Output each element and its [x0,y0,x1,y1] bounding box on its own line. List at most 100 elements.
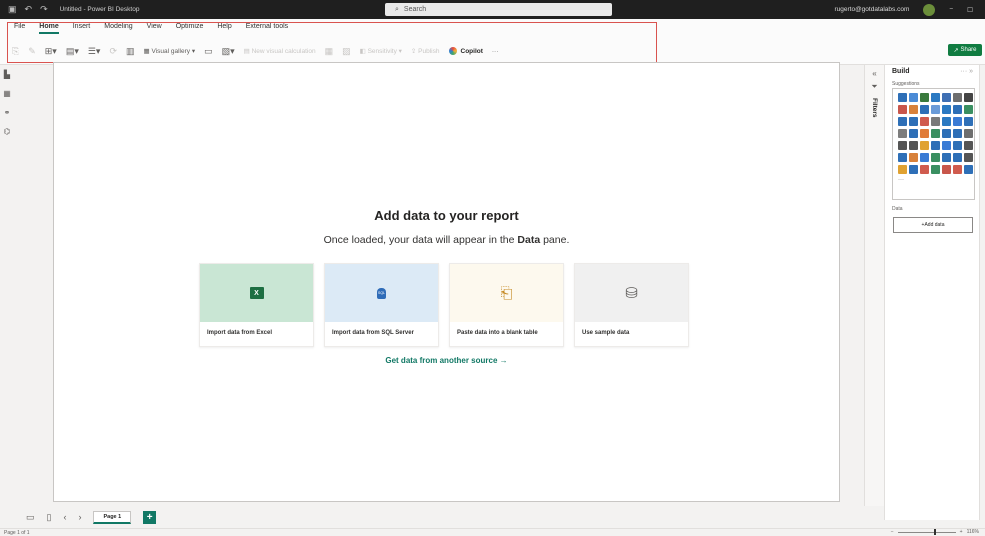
redo-icon[interactable]: ↷ [40,4,48,15]
visual-type-icon[interactable] [964,141,973,150]
excel-workbook-icon[interactable]: ▤▾ [66,46,79,57]
visual-type-icon[interactable] [964,117,973,126]
refresh-icon[interactable]: ⟳ [109,46,117,57]
visual-type-icon[interactable] [898,153,907,162]
visual-type-icon[interactable] [931,141,940,150]
visual-gallery-button[interactable]: ▦ Visual gallery ▾ [144,47,196,55]
dax-query-view-icon[interactable]: ⌬ [4,127,11,136]
visual-type-icon[interactable] [898,93,907,102]
tab-file[interactable]: File [14,23,25,34]
collapse-icon[interactable]: « [872,69,876,78]
filters-pane-collapsed[interactable]: « ⏷ Filters [864,65,884,506]
visual-type-icon[interactable] [909,129,918,138]
more-visuals-icon[interactable]: ··· [898,177,919,188]
visual-type-icon[interactable] [909,117,918,126]
visual-type-icon[interactable] [920,129,929,138]
import-sql-card[interactable]: SQL Import data from SQL Server [324,263,439,347]
visual-type-icon[interactable] [942,141,951,150]
visual-type-icon[interactable] [953,105,962,114]
undo-icon[interactable]: ↶ [25,4,33,15]
get-data-icon[interactable]: ⊞▾ [45,46,57,57]
mobile-layout-icon[interactable]: ▯ [47,512,52,523]
import-excel-card[interactable]: X Import data from Excel [199,263,314,347]
next-page-button[interactable]: › [78,512,81,522]
visual-type-icon[interactable] [953,165,962,174]
prev-page-button[interactable]: ‹ [63,512,66,522]
format-painter-icon[interactable]: ✎ [28,46,36,57]
zoom-slider-thumb[interactable] [933,528,936,535]
visual-type-icon[interactable] [964,153,973,162]
visual-type-icon[interactable] [964,93,973,102]
visual-type-icon[interactable] [942,93,951,102]
visual-type-icon[interactable] [909,153,918,162]
avatar[interactable] [923,3,936,16]
zoom-in-button[interactable]: + [960,529,963,535]
visual-type-icon[interactable] [964,165,973,174]
tab-external-tools[interactable]: External tools [246,23,288,34]
page-tab-1[interactable]: Page 1 [93,510,132,524]
visual-type-icon[interactable] [953,129,962,138]
copilot-button[interactable]: Copilot [448,47,483,55]
tab-help[interactable]: Help [217,23,231,34]
visual-type-icon[interactable] [920,165,929,174]
new-visual-calculation-button[interactable]: ▤ New visual calculation [244,47,316,55]
visual-type-icon[interactable] [909,105,918,114]
sample-data-card[interactable]: ⛁ Use sample data [574,263,689,347]
publish-button[interactable]: ⇪ Publish [411,47,440,55]
visual-type-icon[interactable] [953,93,962,102]
new-visual-icon[interactable]: ▥ [126,46,135,57]
visual-type-icon[interactable] [942,129,951,138]
paste-icon[interactable]: ⎘ [12,46,19,57]
visual-type-icon[interactable] [920,141,929,150]
quick-measure-icon[interactable]: ▨ [342,46,351,57]
visual-type-icon[interactable] [964,105,973,114]
build-options[interactable]: ··· » [960,68,973,75]
tab-view[interactable]: View [147,23,162,34]
visual-type-icon[interactable] [898,117,907,126]
transform-data-icon[interactable]: ☰▾ [88,46,101,57]
visual-type-icon[interactable] [964,129,973,138]
table-view-icon[interactable]: ▦ [3,89,11,98]
report-canvas[interactable]: Add data to your report Once loaded, you… [53,62,840,502]
tab-optimize[interactable]: Optimize [176,23,204,34]
sensitivity-button[interactable]: ◧ Sensitivity ▾ [360,47,402,55]
tab-home[interactable]: Home [39,23,59,34]
visual-type-icon[interactable] [953,153,962,162]
add-data-button[interactable]: +Add data [893,217,973,233]
tab-modeling[interactable]: Modeling [104,23,132,34]
visual-type-icon[interactable] [953,141,962,150]
visual-type-icon[interactable] [931,117,940,126]
visual-type-icon[interactable] [898,165,907,174]
visual-type-icon[interactable] [942,105,951,114]
add-page-button[interactable]: + [143,510,157,524]
share-button[interactable]: ↗ Share [948,44,982,56]
visual-type-icon[interactable] [931,129,940,138]
minimize-button[interactable]: − [949,6,953,13]
visual-type-icon[interactable] [942,153,951,162]
visual-type-icon[interactable] [920,105,929,114]
user-email[interactable]: rugerto@gotdatalabs.com [834,6,909,13]
visual-type-icon[interactable] [942,165,951,174]
more-visuals-icon[interactable]: ▧▾ [222,46,235,57]
maximize-button[interactable]: ☐ [967,6,973,14]
visual-type-icon[interactable] [909,165,918,174]
visual-type-icon[interactable] [909,93,918,102]
visual-type-icon[interactable] [920,117,929,126]
model-view-icon[interactable]: ⚭ [4,108,11,117]
search-box[interactable]: ⌕ Search [385,3,612,16]
visual-type-icon[interactable] [898,129,907,138]
report-view-icon[interactable]: ▙ [4,70,10,79]
new-measure-icon[interactable]: ▦ [325,46,334,57]
tab-insert[interactable]: Insert [73,23,91,34]
desktop-layout-icon[interactable]: ▭ [26,512,35,523]
visual-type-icon[interactable] [920,153,929,162]
ribbon-more-button[interactable]: ··· [492,48,499,55]
visual-type-icon[interactable] [920,93,929,102]
visual-type-icon[interactable] [931,105,940,114]
visual-type-icon[interactable] [931,93,940,102]
visual-type-icon[interactable] [909,141,918,150]
get-data-link[interactable]: Get data from another source → [54,356,839,365]
save-icon[interactable]: ▣ [8,4,17,15]
paste-data-card[interactable]: ⎗ Paste data into a blank table [449,263,564,347]
visual-type-icon[interactable] [898,141,907,150]
